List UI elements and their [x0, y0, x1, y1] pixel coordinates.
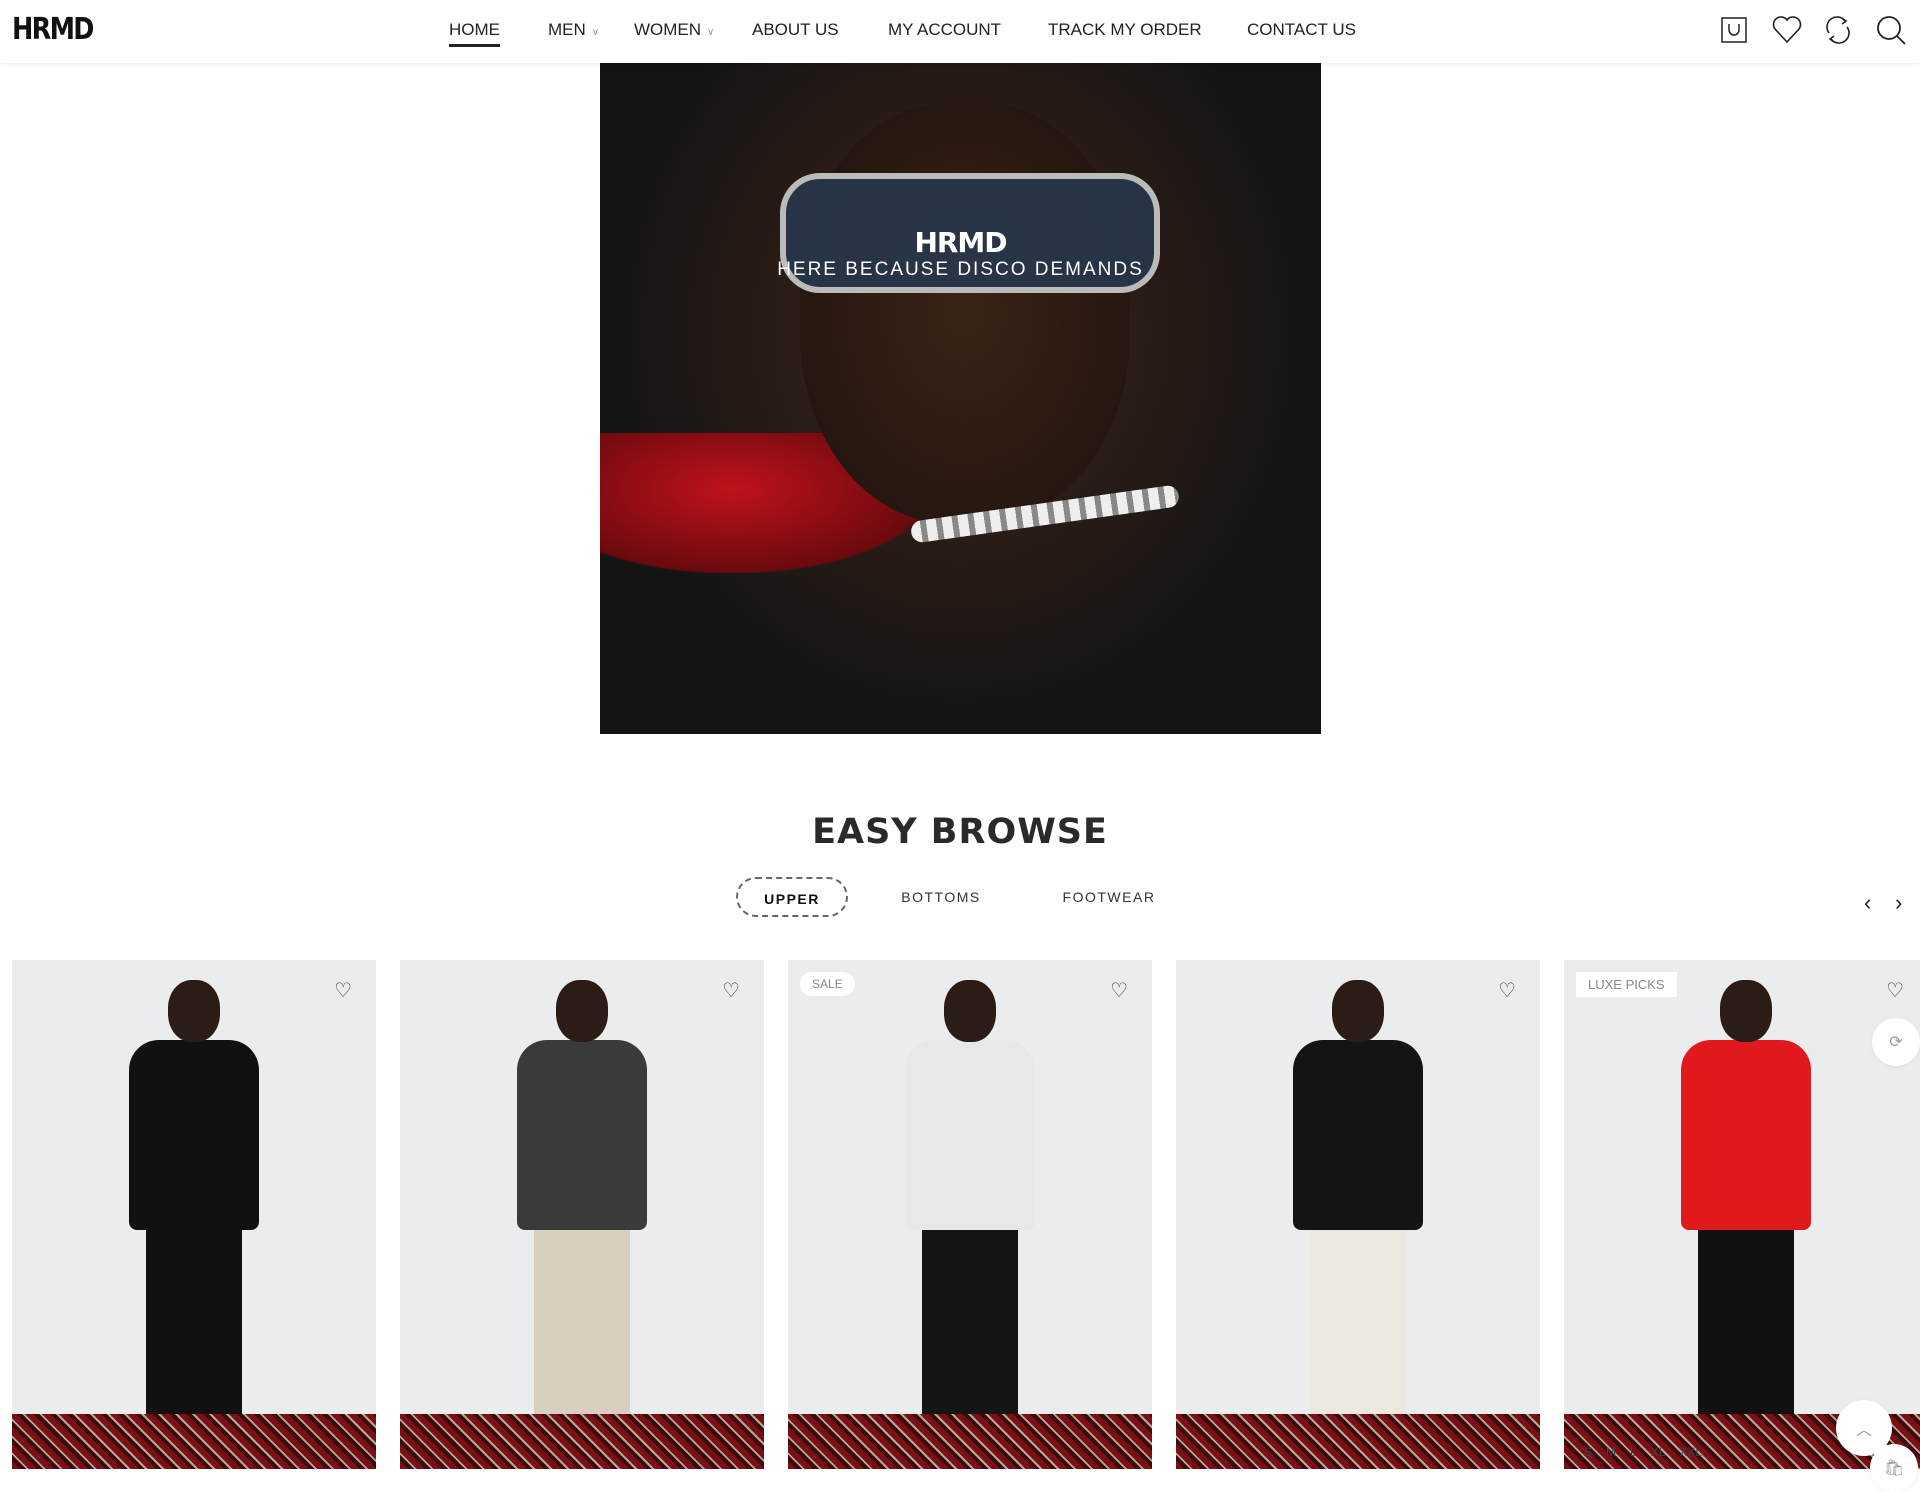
product-image-head: [944, 980, 996, 1042]
product-image-pants: [534, 1225, 630, 1430]
product-card[interactable]: ♡: [1176, 960, 1540, 1469]
size-option[interactable]: L: [1630, 1445, 1637, 1459]
product-image-pants: [146, 1225, 242, 1430]
size-option[interactable]: M: [1606, 1445, 1616, 1459]
logo[interactable]: HRMD: [12, 12, 94, 47]
product-card[interactable]: SALE ♡: [788, 960, 1152, 1469]
product-image-carpet: [12, 1414, 376, 1469]
nav-about-us[interactable]: ABOUT US: [752, 20, 839, 40]
tab-bottoms[interactable]: BOTTOMS: [886, 877, 996, 917]
wishlist-heart-icon[interactable]: ♡: [1110, 978, 1128, 1003]
cart-icon[interactable]: [1718, 14, 1750, 46]
nav-men[interactable]: MEN ∨: [548, 20, 599, 40]
product-card[interactable]: ♡: [12, 960, 376, 1469]
search-icon[interactable]: [1875, 14, 1907, 46]
product-image-head: [1720, 980, 1772, 1042]
product-image-head: [556, 980, 608, 1042]
size-option[interactable]: XL: [1651, 1445, 1666, 1459]
product-card[interactable]: ♡: [400, 960, 764, 1469]
hero-brand: HRMD: [914, 226, 1007, 259]
wishlist-heart-icon[interactable]: ♡: [722, 978, 740, 1003]
product-image-shirt: [905, 1040, 1035, 1230]
product-image-carpet: [788, 1414, 1152, 1469]
product-image-shirt: [517, 1040, 647, 1230]
product-card[interactable]: LUXE PICKS ♡ ⟳ S M L XL XXL: [1564, 960, 1920, 1469]
wishlist-heart-icon[interactable]: ♡: [334, 978, 352, 1003]
heart-icon[interactable]: [1771, 14, 1803, 46]
size-list: S M L XL XXL: [1584, 1445, 1702, 1459]
nav-women[interactable]: WOMEN ∨: [634, 20, 714, 40]
chevron-up-icon: ︿: [1855, 1422, 1872, 1439]
wishlist-heart-icon[interactable]: ♡: [1886, 978, 1904, 1003]
product-image-pants: [1698, 1225, 1794, 1430]
nav-women-label: WOMEN: [634, 20, 702, 39]
tab-upper[interactable]: UPPER: [736, 877, 848, 917]
compare-icon: ⟳: [1889, 1034, 1903, 1051]
nav-men-label: MEN: [548, 20, 586, 39]
hero-banner[interactable]: HRMD HERE BECAUSE DISCO DEMANDS: [600, 63, 1321, 734]
chevron-down-icon: ∨: [707, 27, 715, 38]
tab-footwear[interactable]: FOOTWEAR: [1052, 877, 1166, 917]
carousel-next-button[interactable]: ›: [1895, 890, 1902, 916]
add-to-cart-button[interactable]: 🛍: [1870, 1444, 1918, 1492]
hero-tagline: HERE BECAUSE DISCO DEMANDS: [777, 259, 1144, 280]
product-image-shirt: [1681, 1040, 1811, 1230]
section-title: EASY BROWSE: [812, 812, 1108, 852]
product-image-carpet: [1176, 1414, 1540, 1469]
compare-icon[interactable]: [1822, 14, 1854, 46]
hero-image-model: [800, 103, 1130, 523]
product-image-pants: [1310, 1225, 1406, 1430]
product-image-carpet: [400, 1414, 764, 1469]
product-image-pants: [922, 1225, 1018, 1430]
product-image-head: [1332, 980, 1384, 1042]
site-header: HRMD HOME MEN ∨ WOMEN ∨ ABOUT US MY ACCOUN…: [0, 0, 1920, 63]
product-image-shirt: [129, 1040, 259, 1230]
nav-track-order[interactable]: TRACK MY ORDER: [1048, 20, 1202, 40]
product-image-head: [168, 980, 220, 1042]
carousel-prev-button[interactable]: ‹: [1864, 890, 1871, 916]
product-badge: SALE: [800, 972, 855, 996]
nav-my-account[interactable]: MY ACCOUNT: [888, 20, 1001, 40]
size-option[interactable]: S: [1584, 1445, 1592, 1459]
chevron-down-icon: ∨: [591, 27, 600, 38]
product-image-shirt: [1293, 1040, 1423, 1230]
nav-home[interactable]: HOME: [449, 20, 500, 47]
shopping-bag-icon: 🛍: [1883, 1460, 1905, 1477]
size-option[interactable]: XXL: [1679, 1445, 1702, 1459]
wishlist-heart-icon[interactable]: ♡: [1498, 978, 1516, 1003]
compare-button[interactable]: ⟳: [1872, 1018, 1920, 1066]
nav-contact-us[interactable]: CONTACT US: [1247, 20, 1356, 40]
product-badge: LUXE PICKS: [1576, 972, 1677, 997]
